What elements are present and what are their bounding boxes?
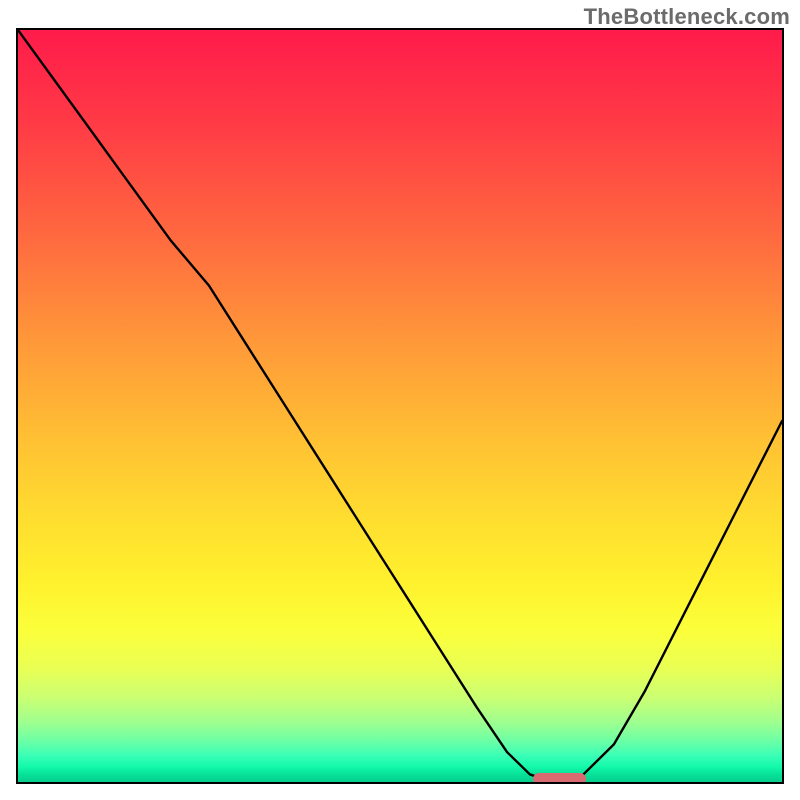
optimal-marker (533, 773, 587, 784)
chart-root: TheBottleneck.com (0, 0, 800, 800)
watermark-text: TheBottleneck.com (584, 4, 790, 30)
plot-frame (16, 28, 784, 784)
bottleneck-curve (18, 30, 782, 782)
